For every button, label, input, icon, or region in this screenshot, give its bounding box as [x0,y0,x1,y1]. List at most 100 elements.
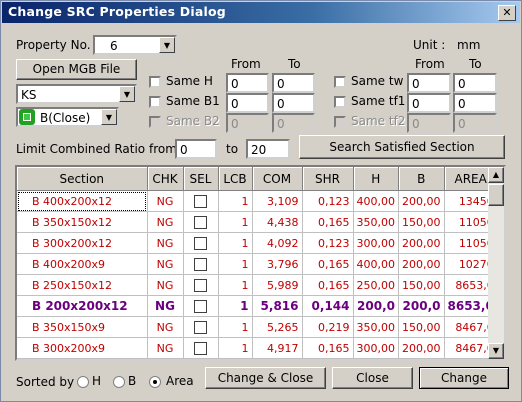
cell-shr: 0,165 [302,274,354,296]
cell-chk: NG [147,358,184,359]
column-header-shr[interactable]: SHR [302,167,354,191]
select-checkbox[interactable] [183,190,219,212]
select-checkbox[interactable] [183,232,219,254]
same-b1-from-input[interactable]: 0 [226,93,269,113]
row-select-checkbox[interactable] [194,257,207,271]
cell-shr: 0,219 [302,316,354,338]
cell-com: 5,014 [252,358,303,359]
cell-com: 3,796 [252,253,303,275]
select-checkbox[interactable] [183,274,219,296]
row-select-checkbox[interactable] [194,278,207,292]
limit-ratio-from-input[interactable]: 0 [175,139,217,159]
scroll-down-icon[interactable]: ▼ [488,343,504,359]
same-tw-from-input[interactable]: 0 [407,73,451,93]
column-header-section[interactable]: Section [17,167,148,191]
same-tf2-label: Same tf2 [351,114,406,128]
section-cell: B 400x200x6 [17,358,148,359]
property-no-select[interactable]: 6 ▼ [93,35,177,55]
same-b2-label: Same B2 [166,114,220,128]
sort-area-radio[interactable] [149,376,161,388]
cell-chk: NG [147,253,184,275]
sort-b-label: B [128,374,137,388]
same-tw-to-input[interactable]: 0 [453,73,497,93]
change-and-close-button[interactable]: Change & Close [205,367,326,389]
select-checkbox[interactable] [183,358,219,359]
cell-chk: NG [147,274,184,296]
section-name: B 350x150x12 [32,215,113,229]
chevron-down-icon[interactable]: ▼ [159,37,175,53]
cell-b: 150,00 [398,274,445,296]
cell-b: 200,0 [398,295,445,317]
limit-ratio-to-label: to [226,142,239,156]
table-row[interactable]: B 400x200x6NG15,0140,247400,00200,006963… [17,358,498,359]
same-tf1-to-input[interactable]: 0 [453,93,497,113]
select-checkbox[interactable] [183,295,219,317]
table-row[interactable]: B 300x200x9 NG 1 4,917 0,165 300,00 200,00 8467… [17,337,498,359]
cell-chk: NG [147,232,184,254]
chevron-down-icon[interactable]: ▼ [119,86,135,102]
table-row[interactable]: B 350x150x12 NG 1 4,438 0,165 350,00 150,00 110… [17,211,498,233]
code-select[interactable]: KS ▼ [16,84,137,104]
select-checkbox[interactable] [183,337,219,359]
same-tf2-to-input: 0 [453,113,497,133]
column-header-sel[interactable]: SEL [183,167,219,191]
scroll-up-icon[interactable]: ▲ [488,167,504,183]
cell-b: 150,00 [398,316,445,338]
cell-h: 350,00 [353,211,399,233]
sort-b-radio[interactable] [113,376,125,388]
row-select-checkbox[interactable] [194,236,207,250]
table-row[interactable]: B 250x150x12 NG 1 5,989 0,165 250,00 150,00 865… [17,274,498,296]
column-header-com[interactable]: COM [252,167,303,191]
table-row[interactable]: B 200x200x12 NG 1 5,816 0,144 200,0 200,0 8653,… [17,295,498,317]
change-button[interactable]: Change [419,367,509,389]
row-select-checkbox[interactable] [194,341,207,355]
scroll-thumb[interactable] [488,184,504,206]
same-b2-to-input: 0 [272,113,315,133]
same-h-to-input[interactable]: 0 [272,73,315,93]
row-select-checkbox[interactable] [194,320,207,334]
same-h-label: Same H [166,74,213,88]
section-cell: B 200x200x12 [17,295,148,317]
green-section-icon [19,109,35,125]
select-checkbox[interactable] [183,316,219,338]
column-header-chk[interactable]: CHK [147,167,184,191]
row-select-checkbox[interactable] [194,300,207,313]
cell-chk: NG [147,295,184,317]
title-bar[interactable]: Change SRC Properties Dialog ✕ [2,2,520,23]
cell-b: 150,00 [398,211,445,233]
select-checkbox[interactable] [183,211,219,233]
row-select-checkbox[interactable] [194,194,207,208]
column-header-b[interactable]: B [398,167,445,191]
row-select-checkbox[interactable] [194,215,207,229]
chevron-down-icon[interactable]: ▼ [101,109,117,125]
section-shape-select[interactable]: B(Close) ▼ [16,107,119,127]
cell-h: 300,00 [353,337,399,359]
vertical-scrollbar[interactable]: ▲ ▼ [488,167,504,359]
cell-lcb: 1 [218,295,253,317]
cell-shr: 0,165 [302,211,354,233]
section-cell: B 300x200x9 [17,337,148,359]
cell-b: 200,00 [398,232,445,254]
table-row[interactable]: B 300x200x12 NG 1 4,092 0,123 300,00 200,00 110… [17,232,498,254]
search-satisfied-section-button[interactable]: Search Satisfied Section [299,135,505,159]
limit-ratio-to-input[interactable]: 20 [246,139,290,159]
same-b1-to-input[interactable]: 0 [272,93,315,113]
same-b1-checkbox[interactable] [149,96,161,108]
close-window-icon[interactable]: ✕ [498,5,516,21]
close-button[interactable]: Close [332,367,413,389]
select-checkbox[interactable] [183,253,219,275]
same-tf1-checkbox[interactable] [334,96,346,108]
same-h-checkbox[interactable] [149,76,161,88]
cell-lcb: 1 [218,211,253,233]
column-header-lcb[interactable]: LCB [218,167,253,191]
from-label-right: From [415,57,445,71]
same-h-from-input[interactable]: 0 [226,73,269,93]
column-header-h[interactable]: H [353,167,399,191]
same-tf1-from-input[interactable]: 0 [407,93,451,113]
sort-h-radio[interactable] [77,376,89,388]
table-row[interactable]: B 400x200x9 NG 1 3,796 0,165 400,00 200,00 1027… [17,253,498,275]
open-mgb-file-button[interactable]: Open MGB File [16,59,137,80]
table-row[interactable]: B 350x150x9 NG 1 5,265 0,219 350,00 150,00 8467… [17,316,498,338]
table-row[interactable]: B 400x200x12 NG 1 3,109 0,123 400,00 200,00 134… [17,190,498,212]
same-tw-checkbox[interactable] [334,76,346,88]
